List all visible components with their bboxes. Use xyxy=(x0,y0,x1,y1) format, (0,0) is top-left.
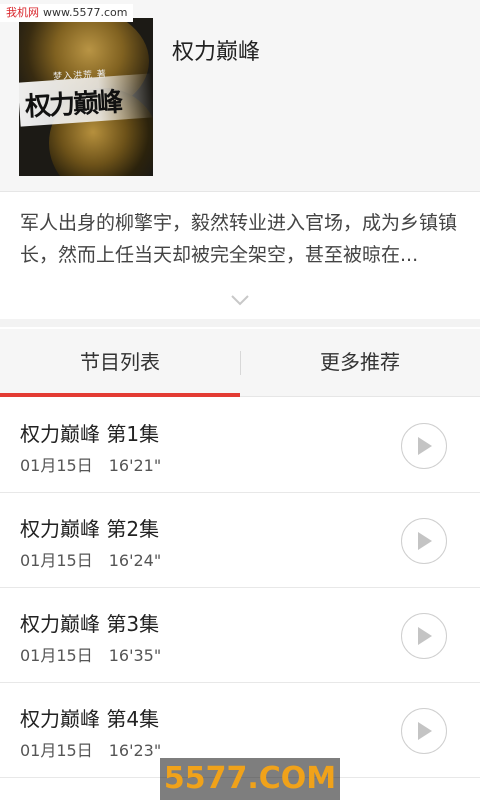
play-button[interactable] xyxy=(401,518,447,564)
episode-title: 权力巅峰 第1集 xyxy=(20,422,160,446)
episode-date: 01月15日 xyxy=(20,551,93,570)
episode-row[interactable]: 权力巅峰 第3集 01月15日 16'35" xyxy=(0,588,480,683)
episode-title: 权力巅峰 第3集 xyxy=(20,612,160,636)
book-cover-image: 梦入洪荒 著 权力巅峰 xyxy=(19,18,153,176)
episode-date: 01月15日 xyxy=(20,646,93,665)
play-button[interactable] xyxy=(401,613,447,659)
episode-duration: 16'23" xyxy=(108,741,162,760)
tab-episode-list[interactable]: 节目列表 xyxy=(0,329,240,397)
tab-bar: 节目列表 更多推荐 xyxy=(0,329,480,397)
watermark-site-name: 我机网 xyxy=(6,6,39,19)
tab-more-recommendations[interactable]: 更多推荐 xyxy=(240,329,480,397)
episode-list: 权力巅峰 第1集 01月15日 16'21" 权力巅峰 第2集 01月15日 16'… xyxy=(0,398,480,808)
episode-meta: 01月15日 16'23" xyxy=(20,737,161,761)
play-icon xyxy=(418,437,432,455)
episode-row[interactable]: 权力巅峰 第1集 01月15日 16'21" xyxy=(0,398,480,493)
play-button[interactable] xyxy=(401,423,447,469)
episode-duration: 16'24" xyxy=(108,551,162,570)
episode-meta: 01月15日 16'21" xyxy=(20,452,161,476)
episode-row[interactable]: 权力巅峰 第2集 01月15日 16'24" xyxy=(0,493,480,588)
episode-title: 权力巅峰 第4集 xyxy=(20,707,160,731)
watermark-url: www.5577.com xyxy=(43,6,128,19)
play-icon xyxy=(418,532,432,550)
chevron-down-icon[interactable] xyxy=(230,294,250,306)
watermark-top: 我机网 www.5577.com xyxy=(0,4,134,22)
watermark-bottom: 5577.COM xyxy=(160,758,340,800)
book-header: 梦入洪荒 著 权力巅峰 权力巅峰 xyxy=(0,0,480,192)
active-tab-indicator xyxy=(0,393,240,397)
book-description: 军人出身的柳擎宇，毅然转业进入官场，成为乡镇镇长，然而上任当天却被完全架空，甚至… xyxy=(20,212,458,266)
episode-title: 权力巅峰 第2集 xyxy=(20,517,160,541)
episode-meta: 01月15日 16'24" xyxy=(20,547,161,571)
episode-date: 01月15日 xyxy=(20,456,93,475)
episode-duration: 16'35" xyxy=(108,646,162,665)
play-button[interactable] xyxy=(401,708,447,754)
episode-meta: 01月15日 16'35" xyxy=(20,642,161,666)
cover-title-text: 权力巅峰 xyxy=(24,87,122,123)
episode-date: 01月15日 xyxy=(20,741,93,760)
description-section: 军人出身的柳擎宇，毅然转业进入官场，成为乡镇镇长，然而上任当天却被完全架空，甚至… xyxy=(0,193,480,327)
book-title: 权力巅峰 xyxy=(172,40,261,65)
play-icon xyxy=(418,627,432,645)
episode-duration: 16'21" xyxy=(108,456,162,475)
play-icon xyxy=(418,722,432,740)
